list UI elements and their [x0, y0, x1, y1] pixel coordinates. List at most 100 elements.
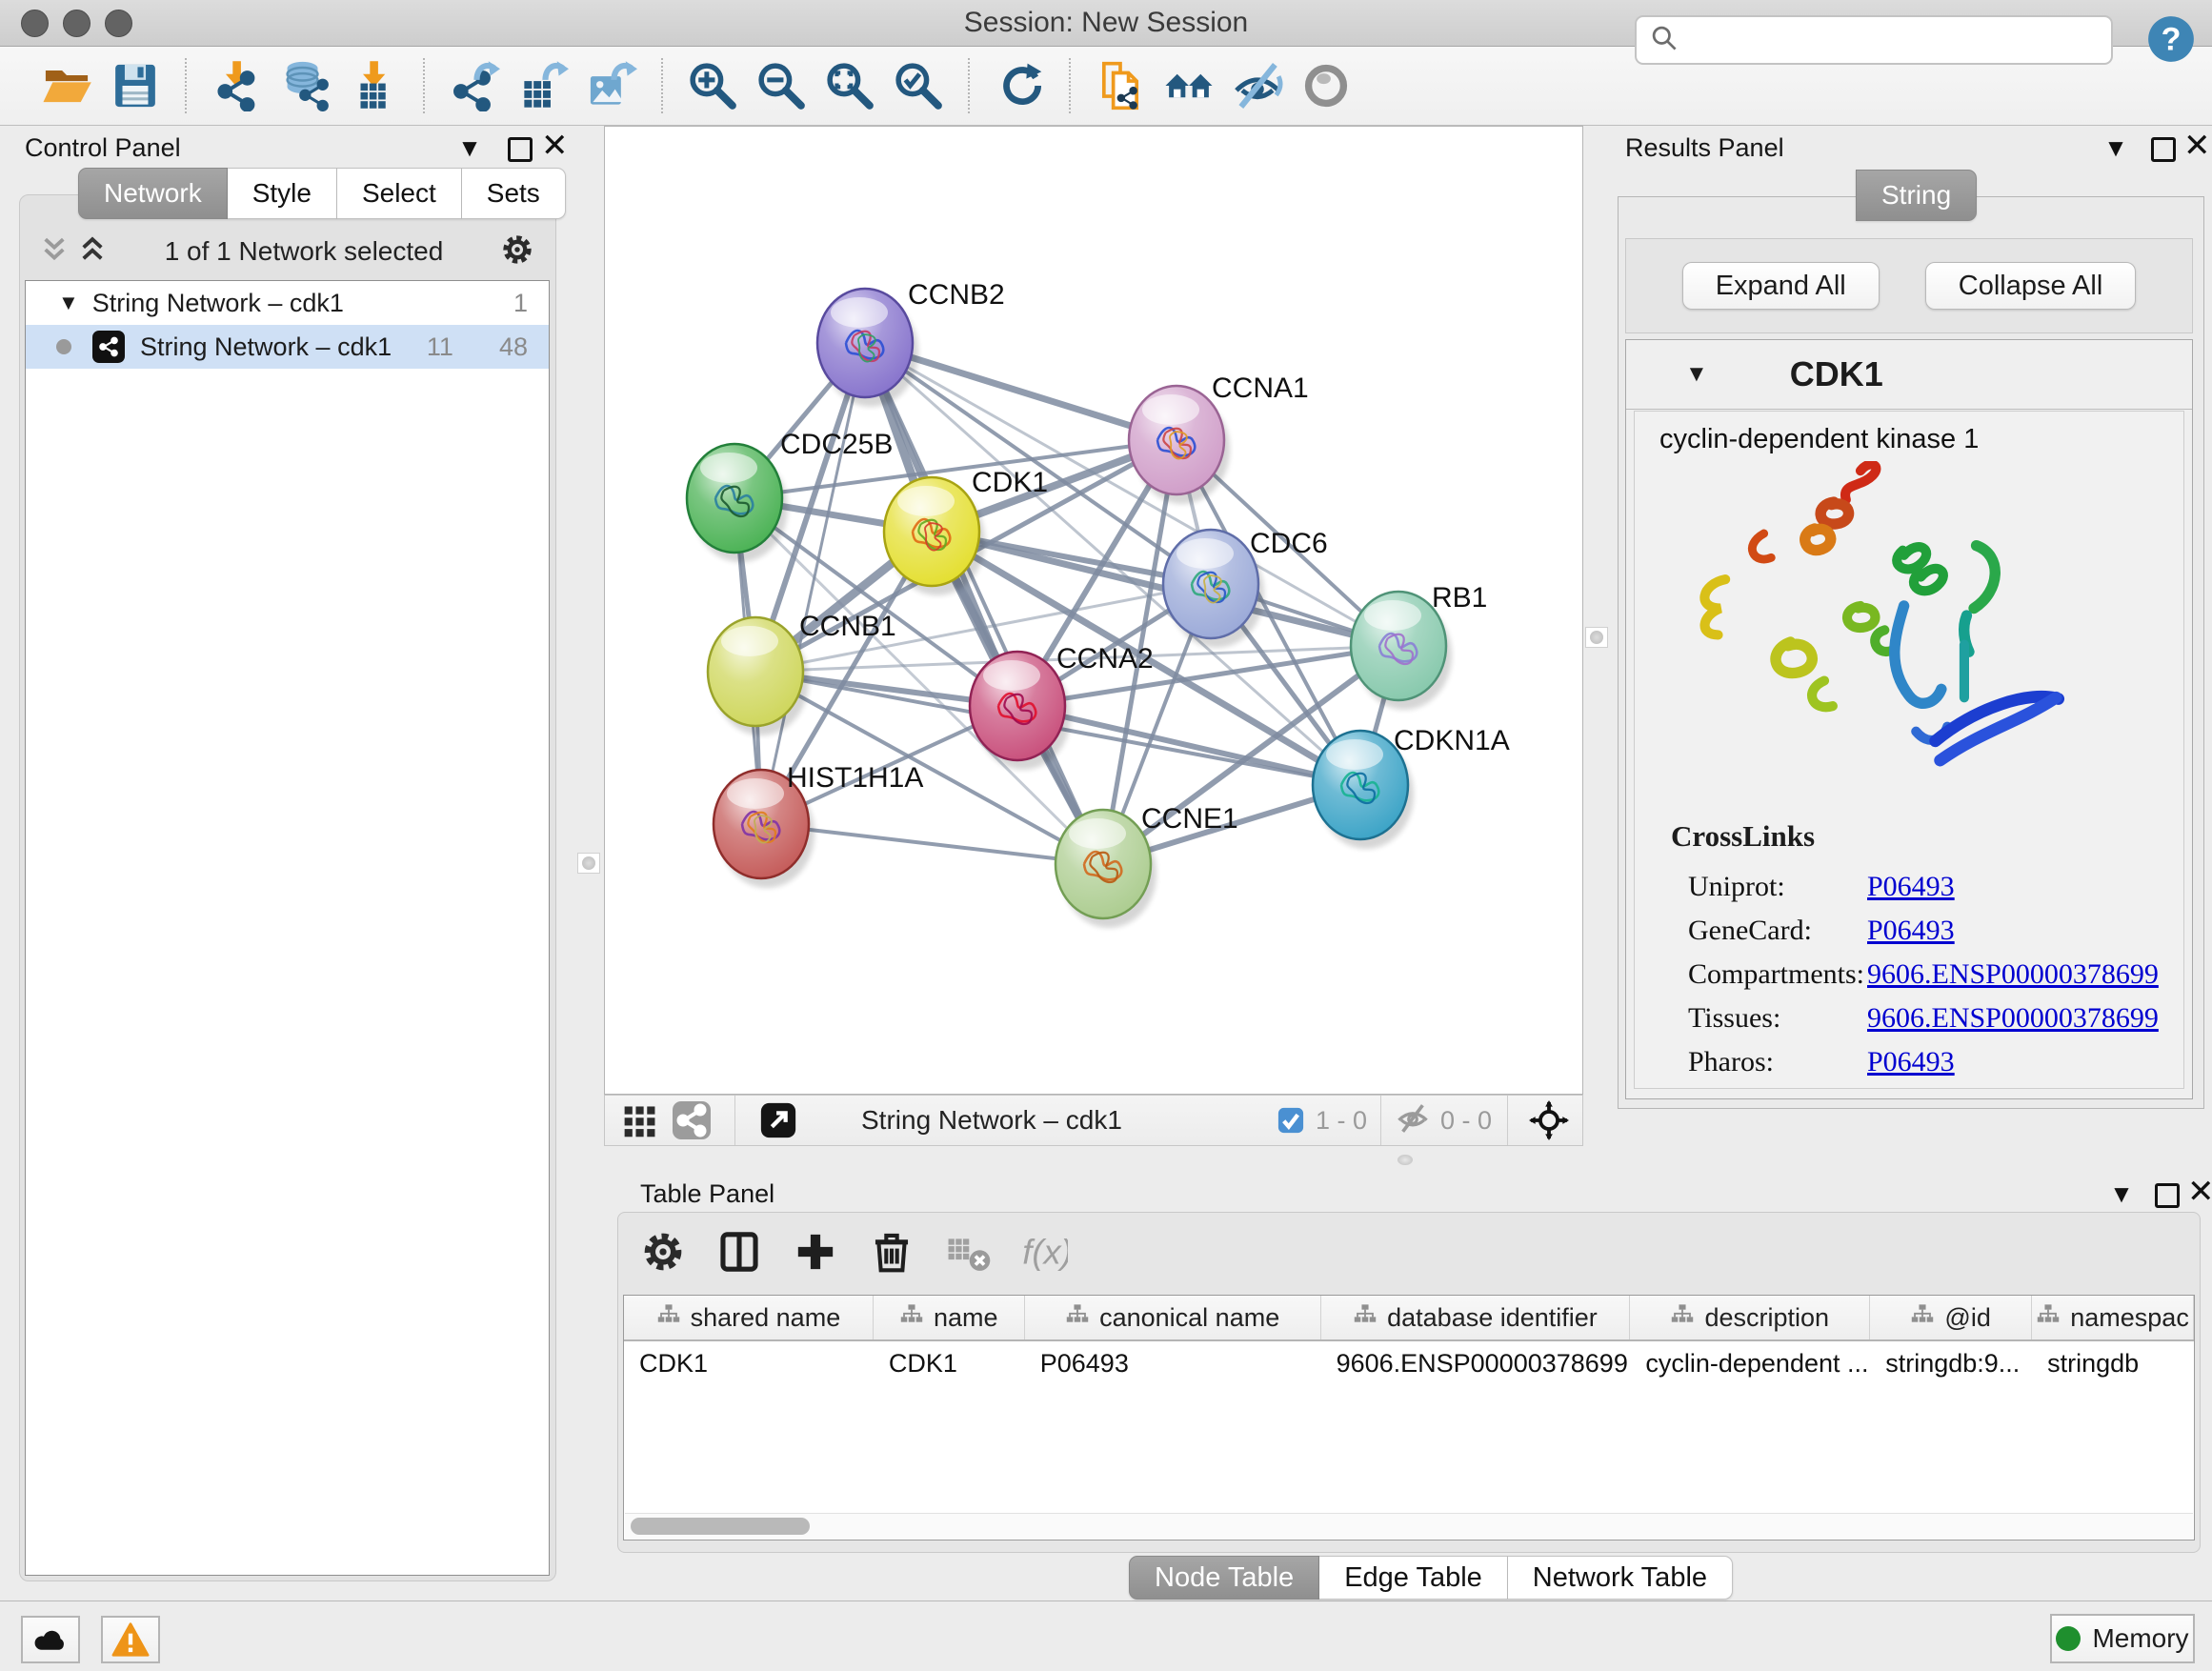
collection-expand-icon[interactable]: ▼ — [58, 291, 79, 315]
crosslink-value[interactable]: 9606.ENSP00000378699 — [1867, 958, 2159, 991]
open-folder-icon[interactable] — [38, 57, 95, 114]
table-panel-float-icon[interactable] — [2155, 1179, 2180, 1212]
save-icon[interactable] — [107, 57, 164, 114]
network-collection-row[interactable]: ▼ String Network – cdk1 1 — [26, 281, 549, 325]
cloud-status-button[interactable] — [21, 1616, 80, 1663]
copy-document-icon[interactable] — [1092, 57, 1149, 114]
table-row[interactable]: CDK1CDK1P064939606.ENSP00000378699cyclin… — [624, 1341, 2194, 1385]
expand-all-button[interactable]: Expand All — [1682, 262, 1880, 310]
delete-table-icon[interactable] — [942, 1226, 994, 1278]
import-table-icon[interactable] — [345, 57, 402, 114]
import-network-icon[interactable] — [208, 57, 265, 114]
network-share-icon[interactable] — [666, 1095, 717, 1146]
table-panel-close-icon[interactable]: ✕ — [2187, 1176, 2212, 1208]
crosslink-value[interactable]: P06493 — [1867, 1046, 1955, 1078]
import-database-icon[interactable] — [276, 57, 333, 114]
column-header-namespac[interactable]: namespac — [2032, 1296, 2194, 1339]
bottom-splitter-handle[interactable] — [1398, 1155, 1413, 1165]
column-header-database-identifier[interactable]: database identifier — [1321, 1296, 1631, 1339]
node-cdc25b[interactable] — [687, 444, 788, 562]
split-columns-icon[interactable] — [714, 1226, 765, 1278]
table-type-tabs: Node TableEdge TableNetwork Table — [1129, 1556, 1733, 1600]
control-panel-close-icon[interactable]: ✕ — [541, 130, 569, 162]
column-header-name[interactable]: name — [874, 1296, 1025, 1339]
crosslink-value[interactable]: 9606.ENSP00000378699 — [1867, 1002, 2159, 1035]
warning-status-button[interactable] — [101, 1616, 160, 1663]
fit-selected-crosshair-icon[interactable] — [1523, 1095, 1575, 1146]
zoom-in-icon[interactable] — [684, 57, 741, 114]
zoom-selected-icon[interactable] — [890, 57, 947, 114]
table-cell[interactable]: cyclin-dependent ... — [1630, 1341, 1870, 1385]
column-header-canonical-name[interactable]: canonical name — [1025, 1296, 1321, 1339]
network-options-gear-icon[interactable] — [499, 232, 535, 272]
node-result-header[interactable]: ▼ CDK1 — [1626, 340, 2192, 410]
add-icon[interactable] — [790, 1226, 841, 1278]
scrollbar-thumb[interactable] — [631, 1518, 810, 1535]
table-cell[interactable]: P06493 — [1025, 1341, 1321, 1385]
network-status-dot — [56, 339, 71, 354]
crosslink-value[interactable]: P06493 — [1867, 871, 1955, 903]
node-cdk1[interactable] — [884, 477, 985, 595]
application-window: Session: New Session ? Control Panel ▼ ✕… — [0, 0, 2212, 1671]
table-cell[interactable]: stringdb — [2032, 1341, 2194, 1385]
export-network-icon[interactable] — [446, 57, 503, 114]
selected-checkbox-icon[interactable] — [1276, 1105, 1306, 1136]
table-cell[interactable]: CDK1 — [874, 1341, 1025, 1385]
eye-icon[interactable] — [1297, 57, 1355, 114]
table-cell[interactable]: stringdb:9... — [1870, 1341, 2032, 1385]
expand-all-networks-icon[interactable] — [76, 233, 109, 271]
network-canvas[interactable]: CCNB2CCNA1CDC25BCDK1CDC6RB1CCNB1CCNA2CDK… — [604, 126, 1583, 1095]
column-header-@id[interactable]: @id — [1870, 1296, 2032, 1339]
collapse-all-networks-icon[interactable] — [38, 233, 70, 271]
node-label-ccna1: CCNA1 — [1212, 372, 1309, 404]
node-ccnb1[interactable] — [708, 617, 809, 735]
trash-icon[interactable] — [866, 1226, 917, 1278]
network-graph[interactable]: CCNB2CCNA1CDC25BCDK1CDC6RB1CCNB1CCNA2CDK… — [605, 127, 1582, 1094]
tab-edge-table[interactable]: Edge Table — [1319, 1556, 1508, 1600]
search-icon — [1650, 24, 1679, 57]
entry-collapse-icon[interactable]: ▼ — [1685, 361, 1708, 388]
control-panel-float-icon[interactable] — [508, 133, 533, 166]
crosslink-label: Uniprot: — [1688, 871, 1867, 903]
birds-eye-view-icon[interactable] — [614, 1095, 666, 1146]
table-cell[interactable]: 9606.ENSP00000378699 — [1321, 1341, 1631, 1385]
control-panel-menu-icon[interactable]: ▼ — [455, 131, 484, 164]
tab-network-table[interactable]: Network Table — [1508, 1556, 1733, 1600]
left-splitter-handle[interactable] — [577, 853, 600, 874]
tab-sets[interactable]: Sets — [462, 168, 566, 219]
results-panel-float-icon[interactable] — [2151, 133, 2176, 166]
open-in-window-icon[interactable] — [753, 1095, 804, 1146]
column-header-shared-name[interactable]: shared name — [624, 1296, 874, 1339]
results-panel-close-icon[interactable]: ✕ — [2183, 130, 2211, 162]
tab-select[interactable]: Select — [337, 168, 462, 219]
column-header-description[interactable]: description — [1630, 1296, 1870, 1339]
search-box[interactable] — [1635, 15, 2113, 65]
collapse-all-button[interactable]: Collapse All — [1925, 262, 2137, 310]
tab-string[interactable]: String — [1856, 170, 1977, 221]
table-cell[interactable]: CDK1 — [624, 1341, 874, 1385]
table-panel-menu-icon[interactable]: ▼ — [2107, 1178, 2136, 1210]
network-row[interactable]: String Network – cdk1 11 48 — [26, 325, 549, 369]
refresh-icon[interactable] — [991, 57, 1048, 114]
function-icon[interactable]: f(x) — [1018, 1226, 1070, 1278]
node-ccnb2[interactable] — [817, 289, 918, 407]
search-input[interactable] — [1688, 20, 2111, 60]
crosslink-value[interactable]: P06493 — [1867, 915, 1955, 947]
network-view-title: String Network – cdk1 — [861, 1105, 1122, 1136]
tab-network[interactable]: Network — [78, 168, 228, 219]
zoom-fit-icon[interactable] — [821, 57, 878, 114]
export-image-icon[interactable] — [583, 57, 640, 114]
right-splitter-handle[interactable] — [1585, 627, 1608, 648]
results-panel-menu-icon[interactable]: ▼ — [2101, 131, 2130, 164]
table-horizontal-scrollbar[interactable] — [625, 1513, 2193, 1539]
gear-icon[interactable] — [637, 1226, 689, 1278]
memory-button[interactable]: Memory — [2050, 1614, 2195, 1663]
zoom-out-icon[interactable] — [753, 57, 810, 114]
help-button[interactable]: ? — [2147, 15, 2195, 63]
homes-icon[interactable] — [1160, 57, 1217, 114]
crosslink-label: Compartments: — [1688, 958, 1867, 991]
tab-node-table[interactable]: Node Table — [1129, 1556, 1319, 1600]
tab-style[interactable]: Style — [228, 168, 337, 219]
hide-eye-icon[interactable] — [1229, 57, 1286, 114]
export-table-icon[interactable] — [514, 57, 572, 114]
